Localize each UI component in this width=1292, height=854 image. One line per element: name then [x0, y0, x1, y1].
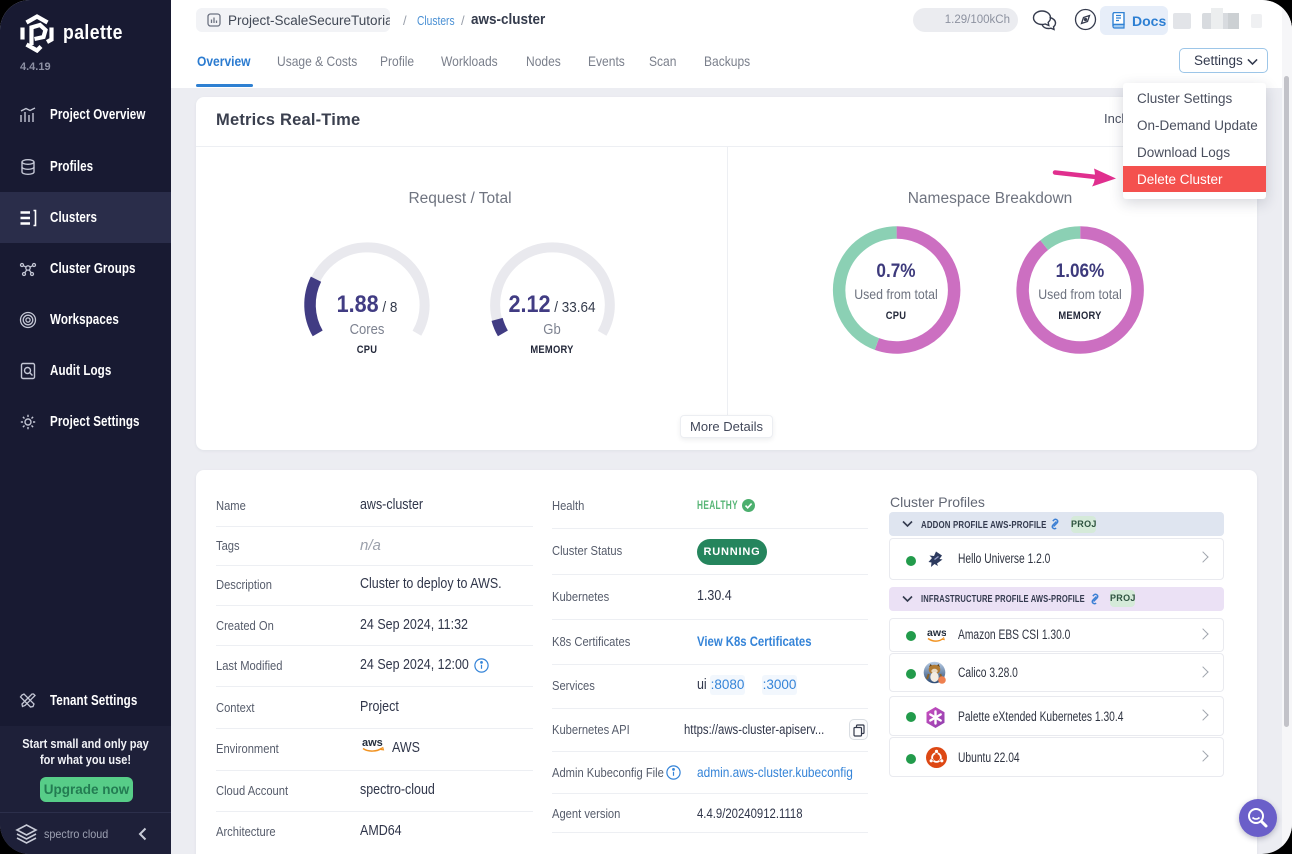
svg-text:aws: aws	[927, 627, 946, 639]
svg-text:aws: aws	[362, 737, 383, 749]
